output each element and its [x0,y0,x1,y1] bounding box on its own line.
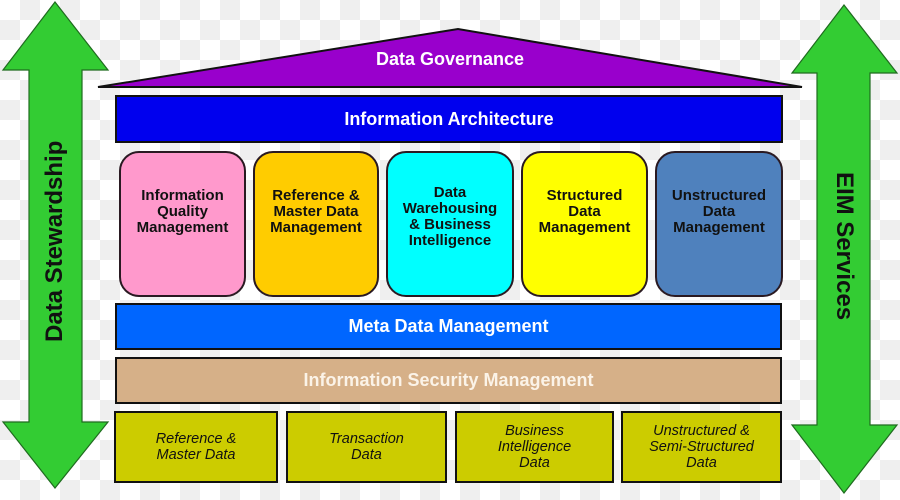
data-box-business-intelligence: Business Intelligence Data [455,411,614,483]
eim-services-label: EIM Services [831,171,858,321]
pillar-structured-data: Structured Data Management [521,151,648,297]
data-box-label: Business Intelligence Data [497,423,572,471]
pillar-data-warehousing-bi: Data Warehousing & Business Intelligence [386,151,514,297]
pillar-label: Reference & Master Data Management [270,187,362,236]
information-security-band: Information Security Management [115,357,782,404]
data-box-unstructured-semi-structured: Unstructured & Semi-Structured Data [621,411,782,483]
meta-data-management-band: Meta Data Management [115,303,782,350]
data-box-reference-master: Reference & Master Data [114,411,278,483]
pillar-label: Data Warehousing & Business Intelligence [402,184,498,249]
data-stewardship-label: Data Stewardship [41,140,68,342]
data-box-transaction: Transaction Data [286,411,447,483]
pillar-label: Unstructured Data Management [671,187,767,236]
information-architecture-label: Information Architecture [344,108,554,129]
pillar-label: Information Quality Management [136,187,229,236]
pillar-label: Structured Data Management [538,187,631,236]
information-security-label: Information Security Management [303,370,594,390]
data-box-label: Transaction Data [329,431,404,463]
information-architecture-band: Information Architecture [115,95,783,143]
meta-data-management-label: Meta Data Management [348,316,549,336]
data-governance-label: Data Governance [375,49,525,69]
data-box-label: Unstructured & Semi-Structured Data [649,423,754,471]
pillar-information-quality: Information Quality Management [119,151,246,297]
data-box-label: Reference & Master Data [155,431,237,463]
pillar-unstructured-data: Unstructured Data Management [655,151,783,297]
pillar-reference-master-data: Reference & Master Data Management [253,151,379,297]
